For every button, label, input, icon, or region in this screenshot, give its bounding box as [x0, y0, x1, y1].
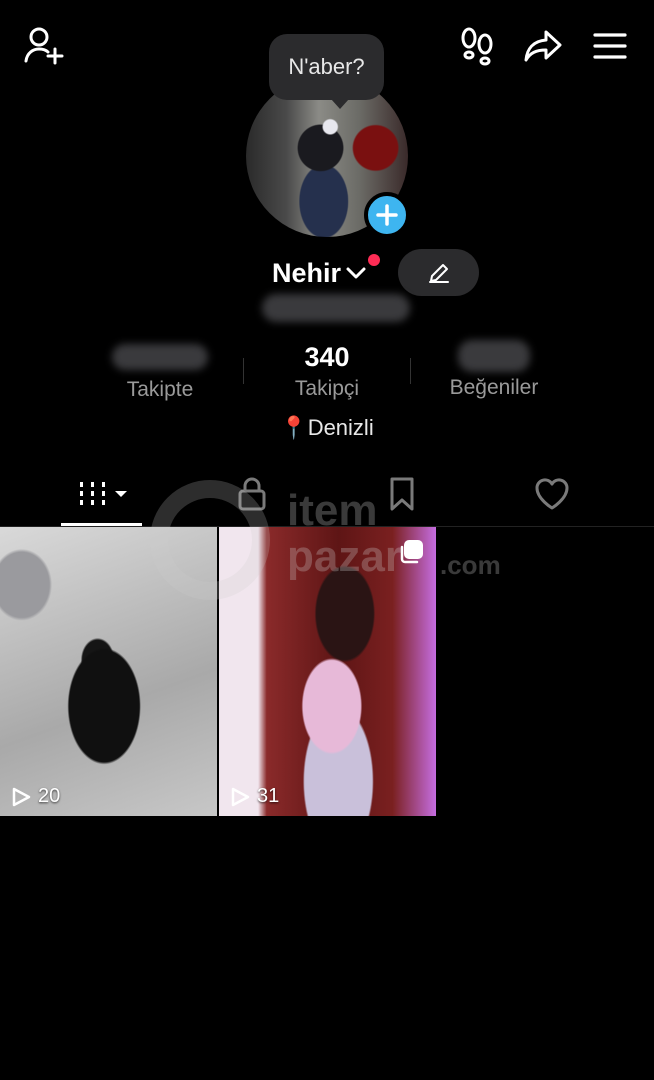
- account-switcher[interactable]: Nehir: [272, 252, 367, 294]
- add-story-button[interactable]: [364, 192, 410, 238]
- play-icon: [231, 787, 250, 806]
- username-redacted: [262, 294, 410, 322]
- stat-divider: [410, 358, 411, 384]
- footprints-icon: [461, 27, 493, 66]
- video-view-count: 31: [229, 785, 279, 808]
- watermark-logo: [150, 480, 270, 600]
- share-profile-button[interactable]: [521, 24, 565, 68]
- watermark-text: pazar: [287, 532, 402, 581]
- tab-liked[interactable]: [530, 472, 574, 516]
- likes-count-redacted: [458, 340, 530, 372]
- location-pin-icon: 📍: [280, 415, 308, 441]
- followers-count: 340: [304, 342, 350, 372]
- add-friend-button[interactable]: [21, 24, 65, 68]
- stat-followers[interactable]: 340 Takipçi: [267, 342, 387, 401]
- following-count-redacted: [112, 344, 208, 370]
- profile-name: Nehir: [272, 257, 342, 288]
- heart-icon: [535, 478, 569, 510]
- edit-profile-button[interactable]: [398, 249, 479, 296]
- watermark-text: item: [287, 486, 378, 535]
- stat-divider: [243, 358, 244, 384]
- stat-likes[interactable]: Beğeniler: [434, 340, 554, 400]
- pencil-icon: [428, 263, 449, 283]
- chevron-down-icon: [346, 267, 366, 279]
- profile-views-button[interactable]: [455, 24, 499, 68]
- hamburger-menu-icon: [593, 33, 627, 59]
- grid-icon: [80, 482, 127, 505]
- play-icon: [12, 787, 31, 806]
- menu-button[interactable]: [588, 24, 632, 68]
- plus-icon: [376, 204, 398, 226]
- video-view-count: 20: [10, 785, 60, 808]
- bookmark-icon: [390, 477, 414, 511]
- likes-label: Beğeniler: [449, 376, 539, 399]
- person-add-icon: [24, 27, 64, 65]
- status-bubble[interactable]: N'aber?: [269, 34, 384, 109]
- notification-dot: [368, 254, 380, 266]
- tab-videos[interactable]: [75, 472, 131, 516]
- location-text: Denizli: [307, 415, 374, 441]
- video-view-count-text: 20: [38, 785, 61, 807]
- profile-location: 📍Denizli: [0, 414, 654, 441]
- share-icon: [524, 30, 562, 62]
- watermark-text: .com: [440, 550, 501, 580]
- status-bubble-text: N'aber?: [288, 54, 365, 79]
- tab-saved[interactable]: [380, 472, 424, 516]
- stat-following[interactable]: Takipte: [100, 340, 220, 402]
- followers-label: Takipçi: [294, 377, 360, 400]
- following-label: Takipte: [126, 378, 194, 401]
- video-view-count-text: 31: [257, 785, 280, 807]
